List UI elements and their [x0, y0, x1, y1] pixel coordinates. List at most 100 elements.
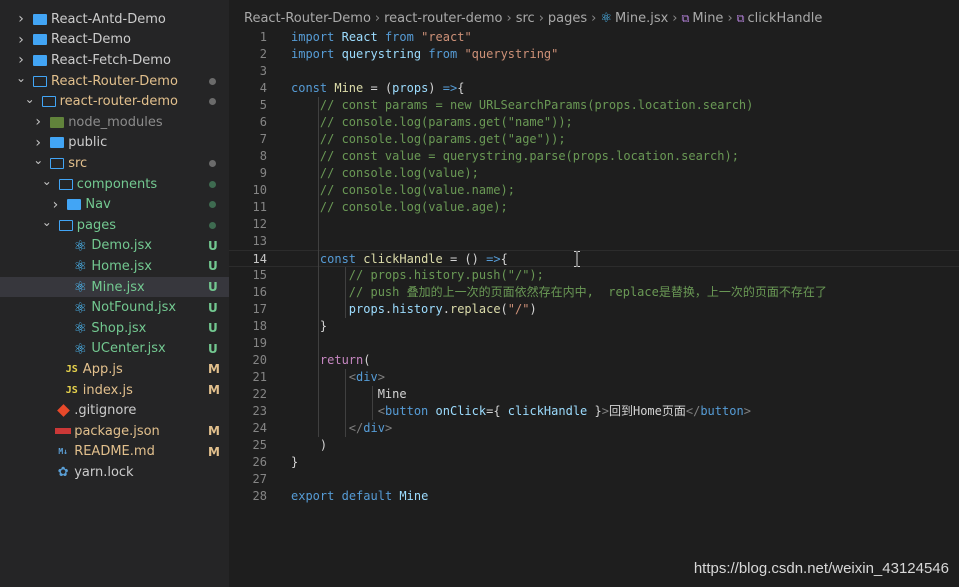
code-line[interactable]: 20 return( — [229, 352, 959, 369]
code-line[interactable]: 22 Mine — [229, 386, 959, 403]
code-text: // props.history.push("/"); — [348, 268, 544, 282]
file-explorer: › React-Antd-Demo › React-Demo › React-Fetch-… — [0, 0, 229, 587]
chevron-right-icon[interactable]: › — [33, 112, 43, 132]
tree-item[interactable]: ⚛ Mine.jsx U — [0, 276, 229, 298]
chevron-right-icon[interactable]: › — [16, 50, 26, 70]
tree-item[interactable]: M↓ README.md M — [0, 442, 229, 463]
tree-item[interactable]: ⌄ react-router-demo — [0, 91, 229, 112]
breadcrumb-item[interactable]: ⧉ Mine — [682, 11, 724, 26]
indent-guide — [318, 97, 319, 437]
watermark-url: https://blog.csdn.net/weixin_43124546 — [693, 560, 949, 577]
line-number: 17 — [252, 302, 267, 316]
tree-item[interactable]: › React-Antd-Demo — [0, 9, 229, 30]
line-number: 4 — [259, 81, 267, 95]
tree-item[interactable]: .gitignore — [0, 400, 229, 421]
tree-item[interactable]: › Nav — [0, 194, 229, 215]
git-status-badge: M — [208, 424, 220, 439]
tree-item[interactable]: › public — [0, 133, 229, 154]
code-line[interactable]: 4 const Mine = (props) =>{ — [229, 80, 959, 97]
code-line[interactable]: 9 // console.log(value); — [229, 165, 959, 182]
breadcrumb-item[interactable]: pages — [548, 11, 587, 26]
tree-item[interactable]: JS index.js M — [0, 380, 229, 401]
tree-item[interactable]: ⌄ components — [0, 174, 229, 195]
code-line[interactable]: 12 — [229, 216, 959, 233]
code-line[interactable]: 2 import querystring from "querystring" — [229, 46, 959, 63]
tree-item[interactable]: JS App.js M — [0, 359, 229, 380]
tree-item[interactable]: ⌄ pages — [0, 215, 229, 236]
code-text: <button onClick={ clickHandle }>回到Home页面… — [377, 404, 751, 418]
code-line[interactable]: 14 const clickHandle = () =>{ — [229, 250, 959, 267]
git-status-badge: U — [208, 238, 218, 253]
code-line[interactable]: 3 — [229, 63, 959, 80]
react-icon: ⚛ — [600, 10, 613, 26]
code-line[interactable]: 26} — [229, 454, 959, 471]
line-number: 10 — [252, 183, 267, 197]
code-line[interactable]: 6 // console.log(params.get("name")); — [229, 114, 959, 131]
breadcrumb-item[interactable]: src — [516, 11, 535, 26]
tree-item[interactable]: ⚛ NotFound.jsx U — [0, 297, 229, 318]
code-text: // console.log(params.get("age")); — [319, 132, 566, 146]
tree-item-label: README.md — [74, 444, 155, 460]
code-line[interactable]: 23 <button onClick={ clickHandle }>回到Hom… — [229, 403, 959, 420]
code-line[interactable]: 21 <div> — [229, 369, 959, 386]
code-line[interactable]: 27 — [229, 471, 959, 488]
tree-item[interactable]: ⚛ Demo.jsx U — [0, 236, 229, 257]
tree-item[interactable]: › React-Fetch-Demo — [0, 50, 229, 71]
chevron-down-icon[interactable]: ⌄ — [25, 92, 35, 112]
code-line[interactable]: 15 // props.history.push("/"); — [229, 267, 959, 284]
breadcrumb-label: pages — [547, 10, 588, 26]
folder-icon — [32, 50, 48, 70]
breadcrumb-label: src — [515, 10, 535, 26]
breadcrumb-label: react-router-demo — [384, 10, 503, 26]
breadcrumb-item[interactable]: react-router-demo — [384, 11, 502, 26]
tree-item[interactable]: ⚛ Home.jsx U — [0, 256, 229, 277]
code-line[interactable]: 19 — [229, 335, 959, 352]
code-line[interactable]: 8 // const value = querystring.parse(pro… — [229, 148, 959, 165]
code-line[interactable]: 5 // const params = new URLSearchParams(… — [229, 97, 959, 114]
code-line[interactable]: 11 // console.log(value.age); — [229, 199, 959, 216]
breadcrumb-item[interactable]: ⧉ clickHandle — [737, 11, 823, 26]
chevron-down-icon[interactable]: ⌄ — [33, 153, 43, 173]
tree-item[interactable]: ✿ yarn.lock — [0, 462, 229, 483]
tree-item[interactable]: ⚛ Shop.jsx U — [0, 318, 229, 339]
code-line[interactable]: 10 // console.log(value.name); — [229, 182, 959, 199]
tree-item-label: public — [68, 135, 108, 151]
chevron-right-icon[interactable]: › — [16, 30, 26, 50]
code-line[interactable]: 1 import React from "react" — [229, 29, 959, 46]
tree-item-label: yarn.lock — [74, 464, 134, 480]
chevron-right-icon[interactable]: › — [16, 9, 26, 29]
chevron-right-icon[interactable]: › — [50, 195, 60, 215]
line-number: 3 — [259, 64, 267, 78]
folder-icon — [32, 9, 48, 29]
code-line[interactable]: 13 — [229, 233, 959, 250]
tree-item[interactable]: package.json M — [0, 421, 229, 442]
code-line[interactable]: 7 // console.log(params.get("age")); — [229, 131, 959, 148]
code-line[interactable]: 18 } — [229, 318, 959, 335]
text-cursor-icon — [574, 251, 580, 267]
code-line[interactable]: 17 props.history.replace("/") — [229, 301, 959, 318]
tree-item-label: node_modules — [68, 114, 163, 130]
tree-item[interactable]: › React-Demo — [0, 30, 229, 51]
code-line[interactable]: 25 ) — [229, 437, 959, 454]
code-text: // console.log(params.get("name")); — [319, 115, 573, 129]
chevron-down-icon[interactable]: ⌄ — [16, 71, 26, 91]
js-file-icon: JS — [65, 363, 78, 375]
line-number: 18 — [252, 319, 267, 333]
chevron-down-icon[interactable]: ⌄ — [42, 174, 52, 194]
tree-item[interactable]: › node_modules — [0, 112, 229, 133]
chevron-down-icon[interactable]: ⌄ — [42, 215, 52, 235]
code-line[interactable]: 16 // push 叠加的上一次的页面依然存在内中, replace是替换，上… — [229, 284, 959, 301]
chevron-right-icon: › — [591, 10, 597, 26]
code-line[interactable]: 24 </div> — [229, 420, 959, 437]
tree-item[interactable]: ⌄ src — [0, 153, 229, 174]
markdown-icon: M↓ — [58, 447, 68, 457]
chevron-right-icon[interactable]: › — [33, 133, 43, 153]
breadcrumb-item[interactable]: React-Router-Demo — [244, 11, 371, 26]
line-number: 14 — [252, 252, 267, 266]
tree-item[interactable]: ⌄ React-Router-Demo — [0, 71, 229, 92]
code-editor[interactable]: 1 import React from "react" 2 import querys… — [229, 28, 959, 587]
breadcrumb-item[interactable]: ⚛ Mine.jsx — [600, 11, 668, 26]
tree-item[interactable]: ⚛ UCenter.jsx U — [0, 339, 229, 360]
react-icon: ⚛ — [73, 339, 88, 358]
code-line[interactable]: 28 export default Mine — [229, 488, 959, 505]
